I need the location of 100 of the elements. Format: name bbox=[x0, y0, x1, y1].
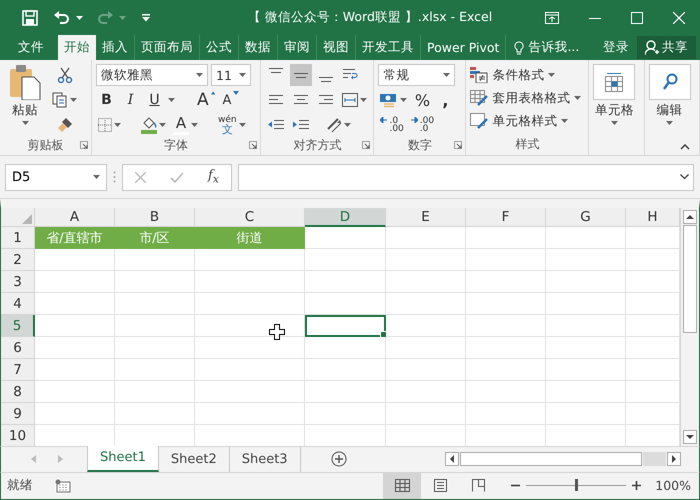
caret-icon[interactable] bbox=[443, 73, 450, 77]
ribbon-options-icon[interactable] bbox=[545, 12, 559, 24]
number-format-dropdown[interactable]: 常规 bbox=[378, 64, 456, 86]
column-header[interactable]: H bbox=[626, 208, 680, 228]
dialog-launcher-icon[interactable] bbox=[362, 141, 370, 149]
caret-icon[interactable] bbox=[561, 119, 568, 123]
caret-icon[interactable] bbox=[70, 98, 77, 102]
caret-icon[interactable] bbox=[666, 121, 674, 125]
share-button[interactable]: 共享 bbox=[637, 36, 696, 59]
zoom-in-icon[interactable] bbox=[632, 481, 642, 490]
caret-icon[interactable] bbox=[76, 16, 83, 20]
ribbon-tab[interactable]: 开始 bbox=[58, 35, 96, 60]
sign-in-link[interactable]: 登录 bbox=[595, 35, 637, 60]
border-grid-icon bbox=[98, 118, 112, 132]
row-header[interactable]: 5 bbox=[1, 315, 35, 338]
row-header[interactable]: 1 bbox=[1, 227, 35, 250]
caret-icon[interactable] bbox=[400, 98, 408, 102]
vertical-align-button[interactable] bbox=[290, 64, 312, 86]
caret-icon[interactable] bbox=[114, 123, 121, 127]
font-name-dropdown[interactable]: 微软雅黑 bbox=[96, 64, 208, 86]
zoom-level[interactable]: 100% bbox=[641, 478, 699, 494]
cells-button[interactable]: 单元格 bbox=[593, 64, 636, 155]
scroll-down-icon[interactable] bbox=[683, 430, 697, 444]
row-header[interactable]: 2 bbox=[1, 249, 35, 272]
tell-me-search[interactable]: 告诉我... bbox=[506, 35, 588, 60]
normal-view-button[interactable] bbox=[383, 472, 422, 499]
vertical-scrollbar[interactable] bbox=[680, 208, 699, 446]
underline-button[interactable]: U bbox=[144, 89, 165, 111]
increase-decimal-button[interactable]: .0 .00 bbox=[378, 114, 406, 136]
font-size-dropdown[interactable]: 11 bbox=[211, 64, 251, 86]
row-header[interactable]: 6 bbox=[1, 337, 35, 360]
zoom-slider-thumb[interactable] bbox=[575, 479, 578, 492]
caret-icon[interactable] bbox=[610, 121, 618, 125]
left-arrow-icon bbox=[380, 117, 388, 123]
caret-icon[interactable] bbox=[344, 123, 352, 127]
comma-button[interactable]: , bbox=[435, 89, 456, 111]
decrease-decimal-button[interactable]: .00 .0 bbox=[408, 114, 436, 136]
editing-button[interactable]: 编辑 bbox=[648, 64, 691, 155]
bold-button[interactable]: B bbox=[96, 89, 117, 111]
caret-icon[interactable] bbox=[159, 123, 166, 127]
scroll-up-icon[interactable] bbox=[683, 210, 697, 224]
close-icon[interactable] bbox=[673, 12, 685, 24]
maximize-icon[interactable] bbox=[631, 12, 643, 24]
add-sheet-icon[interactable] bbox=[330, 451, 347, 468]
column-header[interactable]: B bbox=[115, 208, 195, 228]
caret-icon[interactable] bbox=[22, 121, 28, 125]
row-header[interactable]: 7 bbox=[1, 359, 35, 382]
column-header[interactable]: D bbox=[305, 208, 386, 228]
phonetic-guide-button[interactable]: wén 文 bbox=[216, 114, 248, 136]
caret-icon[interactable] bbox=[191, 123, 198, 127]
check-icon[interactable] bbox=[170, 172, 184, 183]
undo-icon[interactable] bbox=[54, 10, 70, 24]
caret-icon[interactable] bbox=[238, 123, 246, 127]
dialog-launcher-icon[interactable] bbox=[80, 141, 88, 149]
caret-icon[interactable] bbox=[168, 98, 175, 102]
style-menu-button[interactable]: 单元格样式 bbox=[470, 110, 582, 132]
row-header[interactable]: 4 bbox=[1, 293, 35, 316]
column-header[interactable]: F bbox=[466, 208, 546, 228]
caret-icon[interactable] bbox=[548, 73, 556, 77]
caret-icon[interactable] bbox=[239, 73, 246, 77]
row-header[interactable]: 9 bbox=[1, 403, 35, 426]
scrollbar-thumb[interactable] bbox=[683, 225, 697, 334]
column-header[interactable]: A bbox=[35, 208, 115, 228]
dialog-launcher-icon[interactable] bbox=[454, 141, 462, 149]
dialog-launcher-icon[interactable] bbox=[249, 141, 258, 149]
scroll-left-icon[interactable] bbox=[445, 452, 459, 466]
row-header[interactable]: 3 bbox=[1, 271, 35, 294]
name-box[interactable]: D5 bbox=[5, 164, 107, 191]
scroll-right-icon[interactable] bbox=[667, 452, 681, 466]
caret-icon[interactable] bbox=[196, 73, 203, 77]
column-header[interactable]: G bbox=[546, 208, 626, 228]
collapse-ribbon-icon[interactable] bbox=[680, 144, 690, 150]
sheet-tab[interactable]: Sheet1 bbox=[87, 446, 159, 472]
customize-icon[interactable] bbox=[142, 14, 150, 22]
caret-icon[interactable] bbox=[574, 96, 582, 100]
macro-record-icon[interactable] bbox=[55, 478, 71, 493]
style-menu-button[interactable]: 条件格式 bbox=[470, 64, 582, 86]
shrink-font-button[interactable]: A bbox=[220, 89, 242, 111]
ribbon-tab[interactable]: 文件 bbox=[0, 35, 58, 60]
column-header[interactable]: C bbox=[195, 208, 305, 228]
expand-chevron-icon[interactable] bbox=[680, 174, 689, 180]
column-header[interactable]: E bbox=[386, 208, 466, 228]
row-header[interactable]: 8 bbox=[1, 381, 35, 404]
italic-button[interactable]: I bbox=[120, 89, 141, 111]
selected-cell[interactable] bbox=[305, 315, 386, 338]
lightbulb-icon bbox=[514, 40, 524, 54]
caret-icon[interactable] bbox=[93, 175, 100, 180]
caret-icon[interactable] bbox=[360, 98, 368, 102]
paste-button[interactable]: 粘贴 bbox=[4, 64, 46, 136]
grow-font-button[interactable]: A bbox=[195, 89, 217, 111]
save-icon[interactable] bbox=[22, 10, 38, 26]
search-icon bbox=[662, 73, 678, 91]
formula-input[interactable] bbox=[238, 164, 694, 191]
insert-function-button[interactable]: f$_{x}$ bbox=[208, 168, 219, 186]
row-header[interactable]: 10 bbox=[1, 425, 35, 446]
scrollbar-thumb[interactable] bbox=[460, 452, 642, 466]
percent-button[interactable]: % bbox=[412, 89, 432, 111]
style-menu-button[interactable]: 套用表格格式 bbox=[470, 87, 582, 109]
font-color-button[interactable]: A bbox=[171, 114, 200, 136]
cell-brush-icon bbox=[470, 113, 488, 129]
